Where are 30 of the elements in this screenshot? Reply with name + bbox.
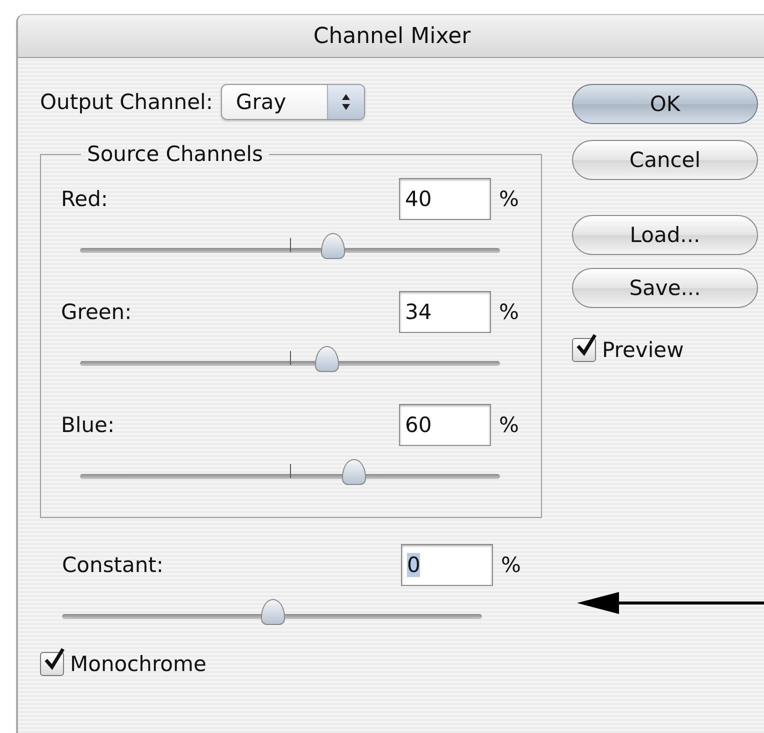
channel-label: Green: [61, 300, 133, 324]
output-channel-label: Output Channel: [40, 90, 213, 114]
dialog-button[interactable]: OK [572, 84, 758, 124]
preview-label: Preview [602, 338, 684, 362]
slider-thumb[interactable] [261, 598, 285, 624]
channel-label: Blue: [61, 413, 116, 437]
up-down-arrows-icon [340, 93, 351, 111]
center-tick [290, 350, 291, 364]
center-tick [290, 464, 291, 478]
group-title: Source Channels [86, 142, 264, 166]
percent-input-field[interactable]: 40 [399, 178, 491, 220]
percent-sign: % [499, 187, 520, 211]
dialog-button[interactable]: Load... [572, 215, 758, 255]
slider-thumb[interactable] [342, 458, 366, 484]
monochrome-label: Monochrome [70, 652, 206, 676]
percent-input-field[interactable]: 0 [401, 544, 493, 586]
center-tick [290, 238, 291, 252]
percent-input-field[interactable]: 60 [399, 404, 491, 446]
percent-input-field[interactable]: 34 [399, 291, 491, 333]
percent-sign: % [499, 413, 520, 437]
percent-sign: % [499, 300, 520, 324]
window-title: Channel Mixer [313, 24, 471, 48]
channel-label: Red: [61, 187, 109, 211]
slider-thumb[interactable] [321, 232, 345, 258]
slider-thumb[interactable] [314, 346, 339, 372]
dialog-button[interactable]: Cancel [572, 140, 758, 180]
output-channel-popup[interactable]: Gray [220, 84, 365, 120]
dialog-button[interactable]: Save... [572, 268, 758, 308]
percent-sign: % [501, 553, 522, 577]
constant-label: Constant: [62, 553, 164, 577]
